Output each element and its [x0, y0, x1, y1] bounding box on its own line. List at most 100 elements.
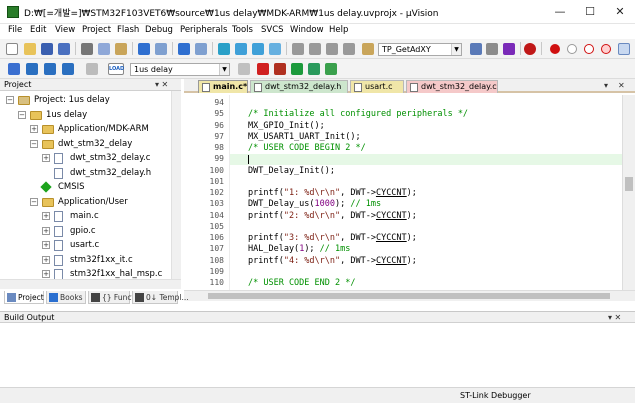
- editor-tab-main-c-[interactable]: main.c*: [198, 80, 248, 93]
- find-in-files-icon[interactable]: [362, 43, 374, 55]
- undo-icon[interactable]: [138, 43, 150, 55]
- build-output-pin-close[interactable]: ▾ ✕: [608, 313, 621, 322]
- collapse-icon[interactable]: −: [30, 197, 38, 206]
- tree-item-1us-delay[interactable]: − 1us delay: [0, 108, 171, 122]
- select-packs-icon[interactable]: [274, 63, 286, 75]
- tree-item-cmsis[interactable]: CMSIS: [0, 180, 171, 194]
- open-folder-icon[interactable]: [24, 43, 36, 55]
- menu-project[interactable]: Project: [82, 25, 111, 35]
- paste-icon[interactable]: [115, 43, 127, 55]
- prev-bookmark-icon[interactable]: [235, 43, 247, 55]
- new-file-icon[interactable]: [6, 43, 18, 55]
- next-bookmark-icon[interactable]: [252, 43, 264, 55]
- editor-hscroll-thumb[interactable]: [208, 293, 610, 299]
- tree-item-application-mdk-arm[interactable]: + Application/MDK-ARM: [0, 122, 171, 136]
- tree-item-stm32f1xx-it-c[interactable]: + stm32f1xx_it.c: [0, 253, 171, 267]
- editor-horizontal-scrollbar[interactable]: [184, 290, 635, 301]
- tree-item-application-user[interactable]: − Application/User: [0, 195, 171, 209]
- expand-icon[interactable]: +: [42, 270, 50, 278]
- menu-file[interactable]: File: [8, 25, 22, 35]
- project-tab-0[interactable]: Project: [4, 291, 44, 304]
- tab-list-icon[interactable]: ▾: [604, 81, 608, 90]
- menu-tools[interactable]: Tools: [232, 25, 253, 35]
- maximize-button[interactable]: ☐: [575, 0, 605, 24]
- expand-icon[interactable]: +: [42, 241, 50, 249]
- menu-flash[interactable]: Flash: [117, 25, 139, 35]
- menu-svcs[interactable]: SVCS: [261, 25, 284, 35]
- tree-item-gpio-c[interactable]: + gpio.c: [0, 224, 171, 238]
- incremental-find-icon[interactable]: [486, 43, 498, 55]
- bookmark-icon[interactable]: [218, 43, 230, 55]
- target-combo[interactable]: 1us delay ▼: [130, 63, 230, 76]
- project-tab-3[interactable]: 0↓ Templ...: [132, 291, 189, 304]
- find-icon[interactable]: [470, 43, 482, 55]
- manage-project-items-icon[interactable]: [257, 63, 269, 75]
- project-tree-horizontal-scrollbar[interactable]: [0, 279, 181, 289]
- cut-icon[interactable]: [81, 43, 93, 55]
- menu-view[interactable]: View: [55, 25, 75, 35]
- configure-icon[interactable]: [503, 43, 515, 55]
- batch-build-icon[interactable]: [62, 63, 74, 75]
- manage-rte-icon[interactable]: [291, 63, 303, 75]
- window-layout-icon[interactable]: [618, 43, 630, 55]
- clear-bookmarks-icon[interactable]: [269, 43, 281, 55]
- editor-scroll-thumb[interactable]: [625, 177, 633, 191]
- redo-icon[interactable]: [155, 43, 167, 55]
- breakpoint-icon[interactable]: [550, 44, 560, 54]
- comment-icon[interactable]: [326, 43, 338, 55]
- menu-window[interactable]: Window: [290, 25, 324, 35]
- tree-item-dwt-stm32-delay-c[interactable]: + dwt_stm32_delay.c: [0, 151, 171, 165]
- expand-icon[interactable]: +: [30, 125, 38, 133]
- project-panel-pin-close[interactable]: ▾ ✕: [155, 80, 168, 89]
- editor-vertical-scrollbar[interactable]: [622, 95, 635, 290]
- menu-help[interactable]: Help: [329, 25, 348, 35]
- download-load-button[interactable]: LOAD: [108, 63, 124, 75]
- rebuild-icon[interactable]: [44, 63, 56, 75]
- menu-debug[interactable]: Debug: [145, 25, 173, 35]
- target-options-icon[interactable]: [238, 63, 250, 75]
- minimize-button[interactable]: —: [545, 0, 575, 24]
- stop-build-icon[interactable]: [86, 63, 98, 75]
- save-icon[interactable]: [41, 43, 53, 55]
- menu-edit[interactable]: Edit: [30, 25, 46, 35]
- project-tab-1[interactable]: Books: [46, 291, 86, 304]
- indent-icon[interactable]: [292, 43, 304, 55]
- disable-breakpoint-icon[interactable]: [567, 44, 577, 54]
- expand-icon[interactable]: +: [42, 226, 50, 235]
- tree-item-project-1us-delay[interactable]: − Project: 1us delay: [0, 93, 171, 107]
- tree-item-dwt-stm32-delay[interactable]: − dwt_stm32_delay: [0, 137, 171, 151]
- close-button[interactable]: ✕: [605, 0, 635, 24]
- uncomment-icon[interactable]: [343, 43, 355, 55]
- tree-item-usart-c[interactable]: + usart.c: [0, 238, 171, 252]
- nav-back-icon[interactable]: [178, 43, 190, 55]
- project-tree-vertical-scrollbar[interactable]: [171, 91, 181, 287]
- menu-peripherals[interactable]: Peripherals: [180, 25, 227, 35]
- debug-session-icon[interactable]: [524, 43, 536, 55]
- editor-tab-usart-c[interactable]: usart.c: [350, 80, 404, 93]
- close-tab-icon[interactable]: ✕: [618, 81, 625, 90]
- expand-icon[interactable]: +: [42, 255, 50, 264]
- project-tab-2[interactable]: {} Funct...: [88, 291, 142, 304]
- pack-installer-icon[interactable]: [308, 63, 320, 75]
- tree-item-dwt-stm32-delay-h[interactable]: dwt_stm32_delay.h: [0, 166, 171, 180]
- tree-item-main-c[interactable]: + main.c: [0, 209, 171, 223]
- code-editor[interactable]: 94 95 96 97 98 99 100 101 102 103 104 105 106 107 108 1…: [184, 95, 622, 290]
- build-output-pane[interactable]: [0, 323, 635, 385]
- nav-forward-icon[interactable]: [195, 43, 207, 55]
- translate-icon[interactable]: [8, 63, 20, 75]
- unindent-icon[interactable]: [309, 43, 321, 55]
- copy-icon[interactable]: [98, 43, 110, 55]
- function-combo[interactable]: TP_GetAdXY ▼: [378, 43, 462, 56]
- expand-icon[interactable]: +: [42, 212, 50, 220]
- collapse-icon[interactable]: −: [30, 139, 38, 148]
- rte-config-icon[interactable]: [325, 63, 337, 75]
- save-all-icon[interactable]: [58, 43, 70, 55]
- expand-icon[interactable]: +: [42, 154, 50, 162]
- collapse-icon[interactable]: −: [6, 96, 14, 104]
- kill-all-breakpoints-icon[interactable]: [601, 44, 611, 54]
- editor-tab-dwt-stm32-delay-c[interactable]: dwt_stm32_delay.c: [406, 80, 498, 93]
- build-icon[interactable]: [26, 63, 38, 75]
- editor-tab-dwt-stm32-delay-h[interactable]: dwt_stm32_delay.h: [250, 80, 348, 93]
- kill-breakpoints-icon[interactable]: [584, 44, 594, 54]
- collapse-icon[interactable]: −: [18, 110, 26, 119]
